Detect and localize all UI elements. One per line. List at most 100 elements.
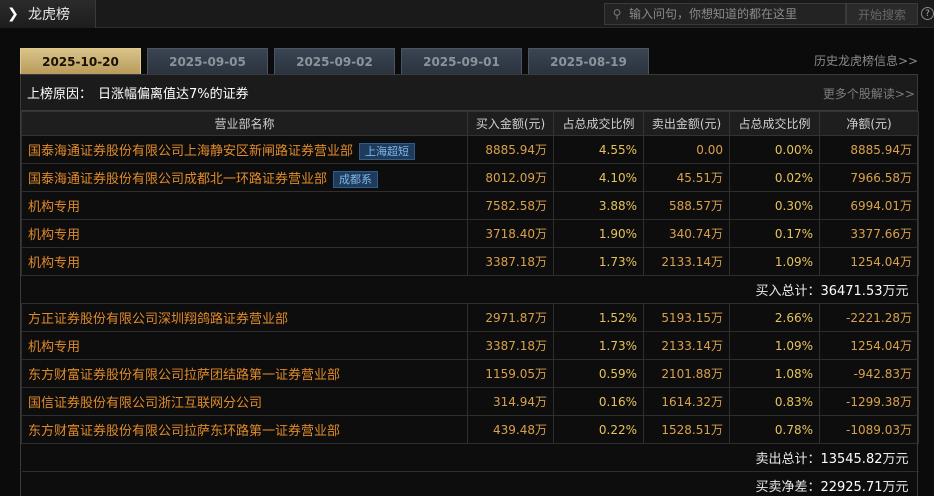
title-bar: ❯ 龙虎榜 ⚲ 开始搜索 ? — [0, 0, 934, 28]
net-total-value: 22925.71 — [820, 480, 883, 495]
branch-name[interactable]: 机构专用 — [28, 256, 80, 271]
buy-ratio-cell: 3.88% — [553, 191, 644, 220]
net-total-row: 买卖净差：22925.71万元 — [21, 471, 919, 496]
title-box: ❯ 龙虎榜 — [0, 0, 96, 28]
table-row[interactable]: 东方财富证券股份有限公司拉萨东环路第一证券营业部 439.48万 0.22% 1528… — [21, 415, 919, 444]
branch-name-cell[interactable]: 机构专用 — [21, 219, 468, 248]
history-link[interactable]: 历史龙虎榜信息>> — [814, 52, 918, 69]
net-total-label: 买卖净差： — [755, 480, 821, 495]
table-row[interactable]: 国泰海通证券股份有限公司上海静安区新闸路证券营业部 上海超短 8885.94万 4.5… — [21, 135, 919, 164]
sell-amount-cell: 2101.88万 — [643, 359, 730, 388]
net-amount-cell: 1254.04万 — [819, 331, 919, 360]
branch-name-cell[interactable]: 国信证券股份有限公司浙江互联网分公司 — [21, 387, 468, 416]
branch-name[interactable]: 国信证券股份有限公司浙江互联网分公司 — [28, 396, 262, 411]
net-amount-cell: -942.83万 — [819, 359, 919, 388]
buy-amount-cell: 439.48万 — [467, 415, 554, 444]
col-header: 净额(元) — [819, 111, 919, 136]
table-row[interactable]: 机构专用 7582.58万 3.88% 588.57万 0.30% 6994.01万 — [21, 191, 919, 220]
col-header: 占总成交比例 — [553, 111, 644, 136]
sell-ratio-cell: 1.08% — [729, 359, 820, 388]
branch-name-cell[interactable]: 东方财富证券股份有限公司拉萨东环路第一证券营业部 — [21, 415, 468, 444]
branch-name-cell[interactable]: 机构专用 — [21, 191, 468, 220]
net-total-unit: 万元 — [882, 480, 909, 495]
seat-tag[interactable]: 成都系 — [333, 170, 379, 188]
table-header: 营业部名称 买入金额(元) 占总成交比例 卖出金额(元) 占总成交比例 净额(元… — [21, 111, 919, 136]
table-row[interactable]: 国信证券股份有限公司浙江互联网分公司 314.94万 0.16% 1614.32万 0.… — [21, 387, 919, 416]
buy-ratio-cell: 1.73% — [553, 331, 644, 360]
buy-amount-cell: 8885.94万 — [467, 135, 554, 164]
net-amount-cell: -1299.38万 — [819, 387, 919, 416]
more-analysis-link[interactable]: 更多个股解读>> — [823, 85, 915, 102]
search-icon: ⚲ — [612, 7, 622, 21]
sell-amount-cell: 340.74万 — [643, 219, 730, 248]
buy-amount-cell: 7582.58万 — [467, 191, 554, 220]
ranking-panel: 上榜原因： 日涨幅偏离值达7%的证券 更多个股解读>> 营业部名称 买入金额(元… — [20, 74, 919, 496]
sell-amount-cell: 1528.51万 — [643, 415, 730, 444]
sell-ratio-cell: 0.17% — [729, 219, 820, 248]
table-row[interactable]: 东方财富证券股份有限公司拉萨团结路第一证券营业部 1159.05万 0.59% 210… — [21, 359, 919, 388]
net-amount-cell: 6994.01万 — [819, 191, 919, 220]
branch-name-cell[interactable]: 东方财富证券股份有限公司拉萨团结路第一证券营业部 — [21, 359, 468, 388]
branch-name[interactable]: 国泰海通证券股份有限公司成都北一环路证券营业部 — [28, 172, 327, 187]
chevron-right-icon[interactable]: ❯ — [4, 0, 22, 28]
tab-date-1[interactable]: 2025-10-20 — [20, 48, 141, 74]
tab-date-5[interactable]: 2025-08-19 — [528, 48, 649, 74]
net-amount-cell: 7966.58万 — [819, 163, 919, 192]
sell-amount-cell: 2133.14万 — [643, 331, 730, 360]
help-icon[interactable]: ? — [921, 7, 934, 20]
sell-ratio-cell: 2.66% — [729, 303, 820, 332]
buy-ratio-cell: 4.10% — [553, 163, 644, 192]
seat-tag[interactable]: 上海超短 — [359, 142, 416, 160]
sell-total-row: 卖出总计：13545.82万元 — [21, 443, 919, 472]
buy-ratio-cell: 0.59% — [553, 359, 644, 388]
branch-name-cell[interactable]: 国泰海通证券股份有限公司成都北一环路证券营业部 成都系 — [21, 163, 468, 192]
buy-ratio-cell: 0.16% — [553, 387, 644, 416]
branch-name[interactable]: 方正证券股份有限公司深圳翔鸽路证券营业部 — [28, 312, 288, 327]
buy-total-value: 36471.53 — [820, 284, 883, 299]
sell-ratio-cell: 1.09% — [729, 331, 820, 360]
sell-amount-cell: 1614.32万 — [643, 387, 730, 416]
branch-name-cell[interactable]: 方正证券股份有限公司深圳翔鸽路证券营业部 — [21, 303, 468, 332]
tab-date-2[interactable]: 2025-09-05 — [147, 48, 268, 74]
branch-name-cell[interactable]: 机构专用 — [21, 247, 468, 276]
branch-name[interactable]: 东方财富证券股份有限公司拉萨东环路第一证券营业部 — [28, 424, 340, 439]
branch-name-cell[interactable]: 国泰海通证券股份有限公司上海静安区新闸路证券营业部 上海超短 — [21, 135, 468, 164]
sell-ratio-cell: 1.09% — [729, 247, 820, 276]
table-row[interactable]: 国泰海通证券股份有限公司成都北一环路证券营业部 成都系 8012.09万 4.10% 4… — [21, 163, 919, 192]
buy-amount-cell: 2971.87万 — [467, 303, 554, 332]
table-row[interactable]: 机构专用 3387.18万 1.73% 2133.14万 1.09% 1254.04万 — [21, 331, 919, 360]
sell-total-unit: 万元 — [882, 452, 909, 467]
table-row[interactable]: 机构专用 3387.18万 1.73% 2133.14万 1.09% 1254.04万 — [21, 247, 919, 276]
search-button[interactable]: 开始搜索 — [846, 3, 918, 25]
col-header: 占总成交比例 — [729, 111, 820, 136]
buy-ratio-cell: 1.52% — [553, 303, 644, 332]
branch-name-cell[interactable]: 机构专用 — [21, 331, 468, 360]
reason-label: 上榜原因： — [27, 87, 93, 102]
sell-amount-cell: 0.00 — [643, 135, 730, 164]
buy-ratio-cell: 0.22% — [553, 415, 644, 444]
branch-name[interactable]: 机构专用 — [28, 228, 80, 243]
net-amount-cell: 1254.04万 — [819, 247, 919, 276]
branch-name[interactable]: 国泰海通证券股份有限公司上海静安区新闸路证券营业部 — [28, 144, 353, 159]
col-header: 卖出金额(元) — [643, 111, 730, 136]
branch-name[interactable]: 东方财富证券股份有限公司拉萨团结路第一证券营业部 — [28, 368, 340, 383]
sell-amount-cell: 588.57万 — [643, 191, 730, 220]
reason-text: 日涨幅偏离值达7%的证券 — [98, 87, 249, 102]
table-row[interactable]: 机构专用 3718.40万 1.90% 340.74万 0.17% 3377.66万 — [21, 219, 919, 248]
buy-total-label: 买入总计： — [755, 284, 821, 299]
col-header: 买入金额(元) — [467, 111, 554, 136]
tab-date-3[interactable]: 2025-09-02 — [274, 48, 395, 74]
buy-amount-cell: 3387.18万 — [467, 247, 554, 276]
reason-bar: 上榜原因： 日涨幅偏离值达7%的证券 更多个股解读>> — [21, 75, 917, 111]
search-input[interactable] — [629, 7, 845, 21]
sell-amount-cell: 2133.14万 — [643, 247, 730, 276]
branch-name[interactable]: 机构专用 — [28, 200, 80, 215]
buy-ratio-cell: 1.90% — [553, 219, 644, 248]
buy-amount-cell: 8012.09万 — [467, 163, 554, 192]
tab-date-4[interactable]: 2025-09-01 — [401, 48, 522, 74]
sell-amount-cell: 45.51万 — [643, 163, 730, 192]
branch-name[interactable]: 机构专用 — [28, 340, 80, 355]
net-amount-cell: 8885.94万 — [819, 135, 919, 164]
table-row[interactable]: 方正证券股份有限公司深圳翔鸽路证券营业部 2971.87万 1.52% 5193.15… — [21, 303, 919, 332]
date-tabs: 2025-10-20 2025-09-05 2025-09-02 2025-09… — [20, 48, 655, 74]
